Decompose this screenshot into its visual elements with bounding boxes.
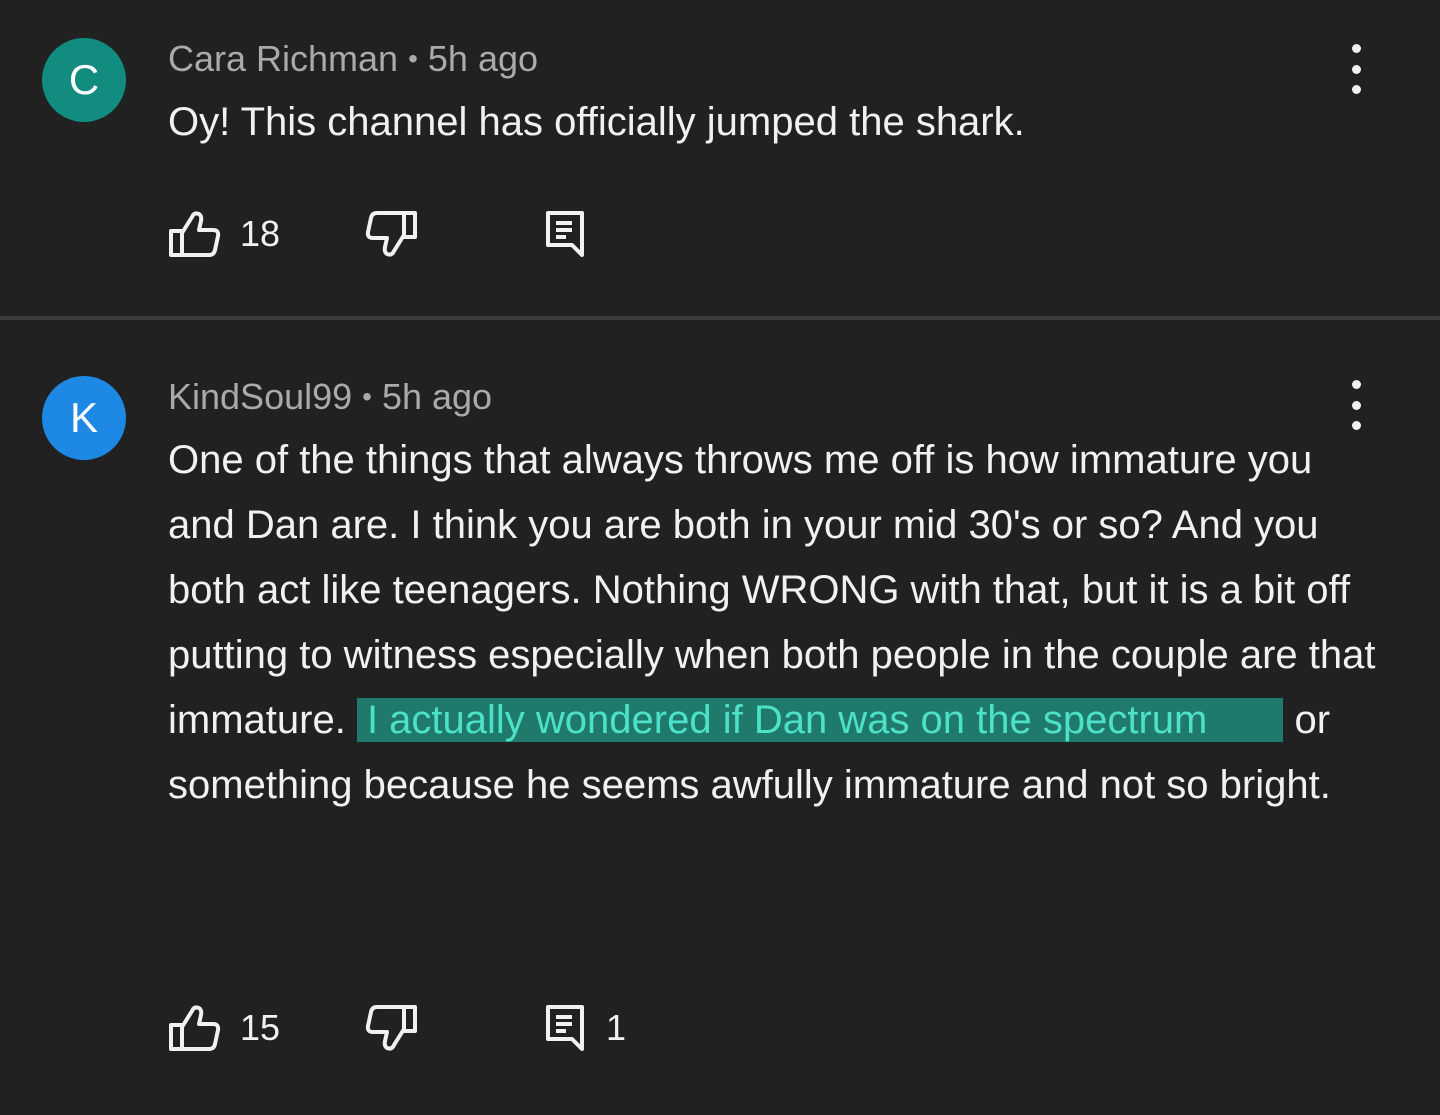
reply-button[interactable]	[544, 206, 606, 262]
dislike-button[interactable]	[364, 1000, 418, 1056]
comment-actions: 15 1	[168, 1000, 768, 1056]
author-name[interactable]: KindSoul99	[168, 376, 352, 417]
reply-icon	[546, 211, 584, 257]
avatar[interactable]: K	[42, 376, 126, 460]
meta-separator: •	[408, 43, 418, 74]
like-button[interactable]: 18	[168, 206, 280, 262]
comment-text: One of the things that always throws me …	[168, 428, 1388, 818]
like-button[interactable]: 15	[168, 1000, 280, 1056]
reply-button[interactable]: 1	[544, 1000, 626, 1056]
meta-separator: •	[362, 381, 372, 412]
like-count: 18	[240, 213, 281, 254]
reply-count: 1	[606, 1007, 627, 1048]
highlighted-text[interactable]: I actually wondered if Dan was on the sp…	[356, 698, 1284, 742]
comment-card: K KindSoul99 • 5h ago One of the things th…	[0, 320, 1440, 1115]
comment-text-plain: Oy! This channel has officially jumped t…	[168, 100, 1025, 144]
like-icon	[169, 211, 221, 257]
comment-card: C Cara Richman • 5h ago Oy! This channel h…	[0, 0, 1440, 316]
like-count: 15	[240, 1007, 281, 1048]
reply-icon	[546, 1005, 584, 1051]
dislike-button[interactable]	[364, 206, 418, 262]
dislike-icon	[365, 1005, 417, 1051]
comment-text-before: One of the things that always throws me …	[168, 438, 1376, 742]
avatar[interactable]: C	[42, 38, 126, 122]
more-vertical-icon[interactable]	[1336, 380, 1376, 430]
dislike-icon	[365, 211, 417, 257]
comment-time: 5h ago	[381, 376, 493, 417]
comment-meta: Cara Richman • 5h ago	[168, 38, 538, 80]
more-vertical-icon[interactable]	[1336, 44, 1376, 94]
like-icon	[169, 1005, 221, 1051]
author-name[interactable]: Cara Richman	[168, 38, 398, 79]
comment-time: 5h ago	[427, 38, 539, 79]
comment-text: Oy! This channel has officially jumped t…	[168, 96, 1388, 148]
comment-actions: 18	[168, 206, 768, 262]
comment-meta: KindSoul99 • 5h ago	[168, 376, 492, 418]
